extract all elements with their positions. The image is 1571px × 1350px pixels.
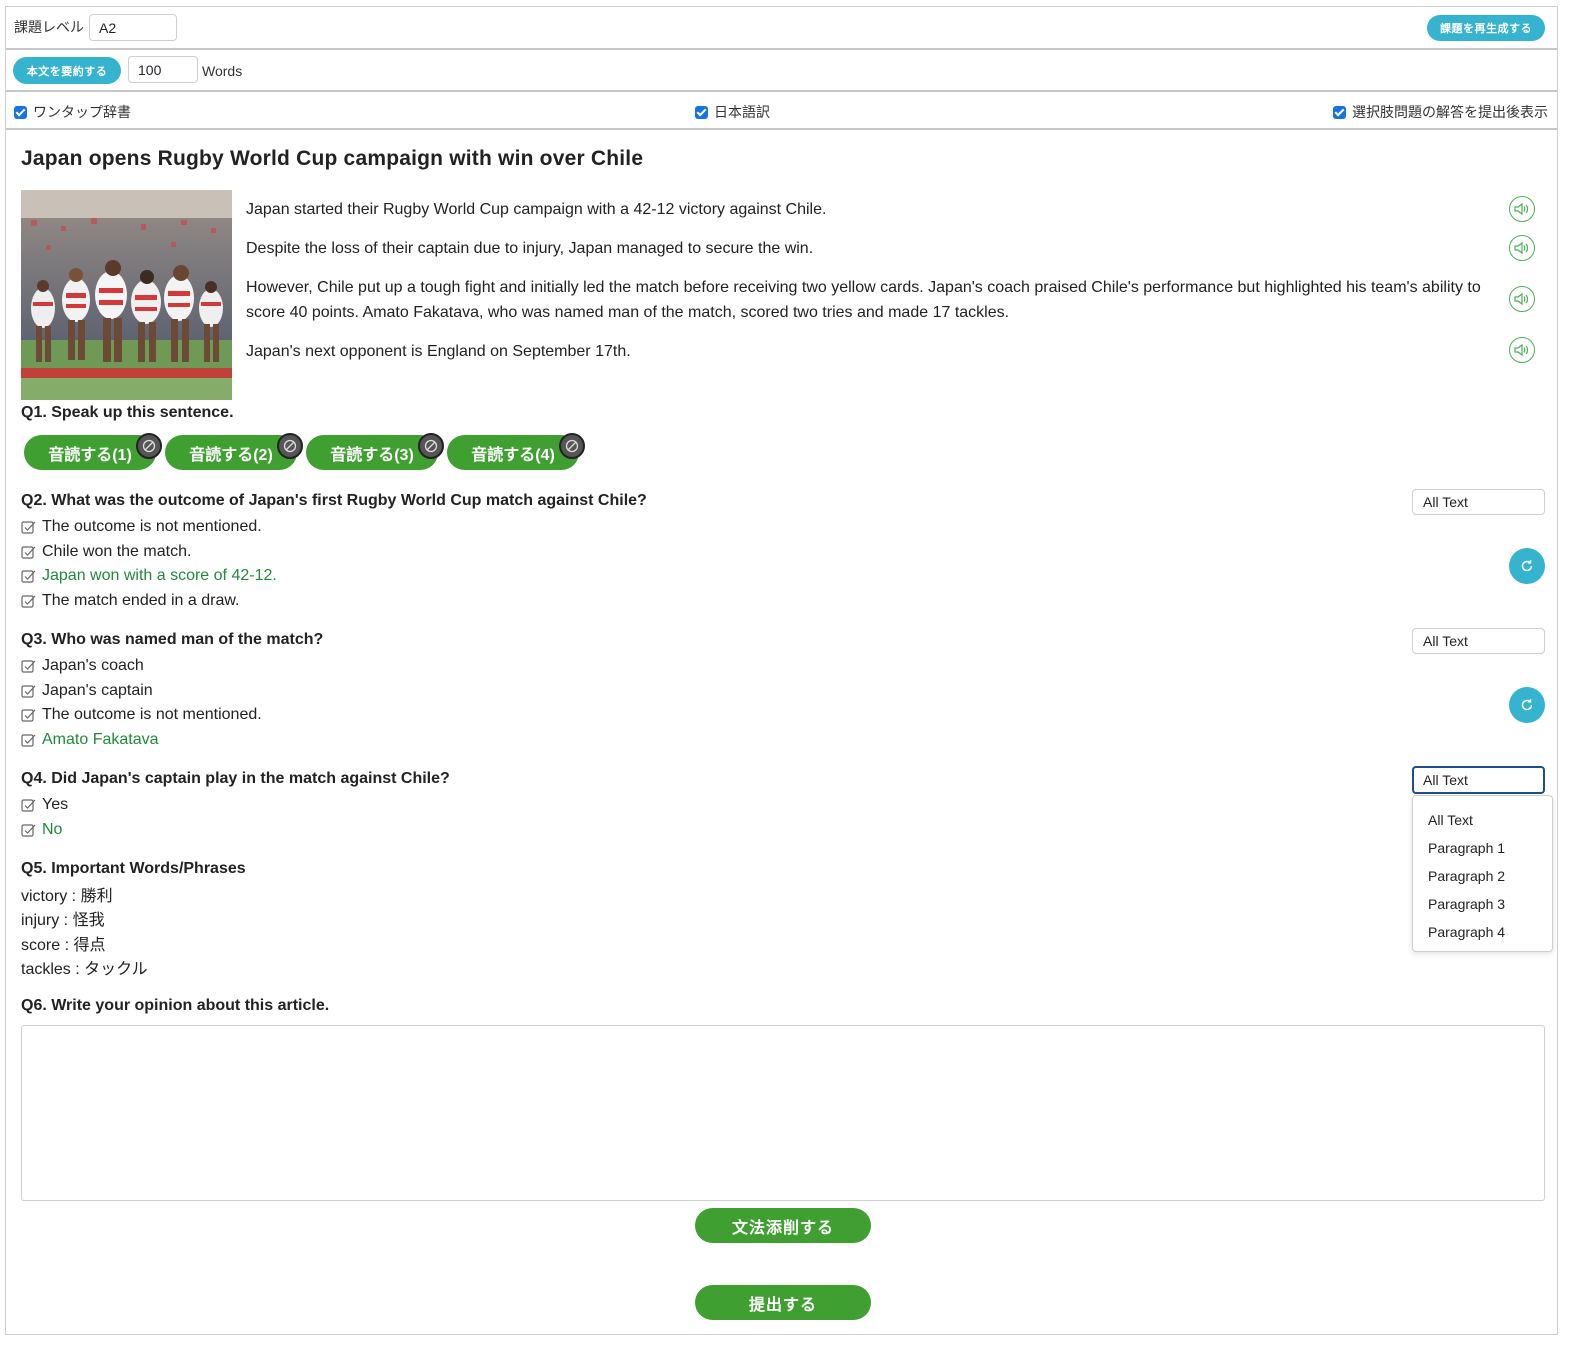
level-row: 課題レベル A2 課題を再生成する xyxy=(6,7,1557,50)
q2-refresh-button[interactable] xyxy=(1509,548,1545,584)
q2-option[interactable]: The outcome is not mentioned. xyxy=(21,516,262,538)
q2-option[interactable]: The match ended in a draw. xyxy=(21,590,239,612)
q4-option-label: Yes xyxy=(42,796,69,813)
checkbox-icon xyxy=(21,823,36,838)
dropdown-option-paragraph-4[interactable]: Paragraph 4 xyxy=(1413,918,1552,946)
disabled-icon xyxy=(277,433,303,459)
q3-option-label: Amato Fakatava xyxy=(42,731,159,748)
speaker-icon xyxy=(1514,202,1529,216)
summarize-button[interactable]: 本文を要約する xyxy=(13,57,121,84)
article-photo xyxy=(21,190,232,400)
speaker-icon xyxy=(1514,343,1529,357)
opinion-textarea[interactable] xyxy=(21,1025,1545,1201)
q4-scope-value: All Text xyxy=(1423,772,1468,788)
q5-title: Q5. Important Words/Phrases xyxy=(21,860,246,877)
grammar-check-button[interactable]: 文法添削する xyxy=(695,1208,871,1243)
article-title: Japan opens Rugby World Cup campaign wit… xyxy=(21,147,644,170)
dropdown-option-paragraph-2[interactable]: Paragraph 2 xyxy=(1413,862,1552,890)
checkbox-icon xyxy=(21,733,36,748)
checkbox-checked-icon xyxy=(1333,105,1346,119)
vocab-item[interactable]: victory : 勝利 xyxy=(21,882,113,906)
q2-option-correct[interactable]: Japan won with a score of 42-12. xyxy=(21,565,277,587)
q3-option[interactable]: The outcome is not mentioned. xyxy=(21,704,262,726)
q2-option[interactable]: Chile won the match. xyxy=(21,541,191,563)
q3-title: Q3. Who was named man of the match? xyxy=(21,631,324,648)
article-paragraph-2[interactable]: Despite the loss of their captain due to… xyxy=(246,236,1486,261)
q2-option-label: The match ended in a draw. xyxy=(42,592,240,609)
disabled-icon xyxy=(136,433,162,459)
play-audio-paragraph-1[interactable] xyxy=(1509,196,1535,222)
checkbox-icon xyxy=(21,659,36,674)
level-value: A2 xyxy=(99,19,117,36)
q3-option-label: Japan's coach xyxy=(42,657,144,674)
checkbox-icon xyxy=(21,545,36,560)
article-paragraph-1[interactable]: Japan started their Rugby World Cup camp… xyxy=(246,197,1486,222)
q3-option[interactable]: Japan's coach xyxy=(21,655,144,677)
q2-option-label: Japan won with a score of 42-12. xyxy=(42,567,277,584)
level-label: 課題レベル xyxy=(14,19,84,35)
q2-scope-select[interactable]: All Text xyxy=(1412,489,1545,515)
checkbox-icon xyxy=(21,569,36,584)
regenerate-button[interactable]: 課題を再生成する xyxy=(1427,15,1545,41)
dropdown-option-paragraph-3[interactable]: Paragraph 3 xyxy=(1413,890,1552,918)
q3-option[interactable]: Japan's captain xyxy=(21,680,153,702)
q2-title: Q2. What was the outcome of Japan's firs… xyxy=(21,492,647,509)
q3-scope-select[interactable]: All Text xyxy=(1412,628,1545,654)
checkbox-icon xyxy=(21,798,36,813)
checkbox-checked-icon xyxy=(695,105,708,119)
checkbox-checked-icon xyxy=(14,105,27,119)
q4-option-correct[interactable]: No xyxy=(21,819,62,841)
checkbox-icon xyxy=(21,594,36,609)
q6-title: Q6. Write your opinion about this articl… xyxy=(21,997,330,1014)
show-answers-checkbox[interactable]: 選択肢問題の解答を提出後表示 xyxy=(1333,102,1548,122)
summary-row: 本文を要約する 100 Words xyxy=(6,50,1557,92)
checkbox-icon xyxy=(21,708,36,723)
speaker-icon xyxy=(1514,241,1529,255)
submit-button[interactable]: 提出する xyxy=(695,1285,871,1320)
q2-scope-value: All Text xyxy=(1423,494,1468,510)
app-frame: 課題レベル A2 課題を再生成する 本文を要約する 100 Words ワンタッ… xyxy=(5,6,1558,1335)
q1-title: Q1. Speak up this sentence. xyxy=(21,404,234,421)
q3-option-label: The outcome is not mentioned. xyxy=(42,706,262,723)
checkbox-icon xyxy=(21,520,36,535)
article-paragraph-4[interactable]: Japan's next opponent is England on Sept… xyxy=(246,339,1486,364)
play-audio-paragraph-2[interactable] xyxy=(1509,235,1535,261)
q3-option-correct[interactable]: Amato Fakatava xyxy=(21,729,159,751)
scope-dropdown-menu: All Text Paragraph 1 Paragraph 2 Paragra… xyxy=(1412,795,1553,952)
q4-scope-select[interactable]: All Text xyxy=(1412,766,1545,794)
refresh-icon xyxy=(1521,699,1533,711)
japanese-translation-label: 日本語訳 xyxy=(714,104,770,120)
vocab-item[interactable]: tackles : タックル xyxy=(21,955,148,979)
q3-scope-value: All Text xyxy=(1423,633,1468,649)
one-tap-dictionary-checkbox[interactable]: ワンタップ辞書 xyxy=(14,102,131,122)
disabled-icon xyxy=(559,433,585,459)
japanese-translation-checkbox[interactable]: 日本語訳 xyxy=(695,102,770,122)
checkbox-icon xyxy=(21,684,36,699)
q4-option-label: No xyxy=(42,821,63,838)
q2-option-label: Chile won the match. xyxy=(42,543,192,560)
refresh-icon xyxy=(1521,560,1533,572)
q3-option-label: Japan's captain xyxy=(42,682,153,699)
words-label: Words xyxy=(202,63,243,79)
options-row: ワンタップ辞書 日本語訳 選択肢問題の解答を提出後表示 xyxy=(6,92,1557,130)
q4-option[interactable]: Yes xyxy=(21,794,68,816)
dropdown-option-all-text[interactable]: All Text xyxy=(1413,806,1552,834)
q4-title: Q4. Did Japan's captain play in the matc… xyxy=(21,770,450,787)
word-count-input[interactable]: 100 xyxy=(128,56,198,83)
play-audio-paragraph-4[interactable] xyxy=(1509,337,1535,363)
article-paragraph-3[interactable]: However, Chile put up a tough fight and … xyxy=(246,275,1486,325)
vocab-item[interactable]: injury : 怪我 xyxy=(21,906,105,930)
vocab-item[interactable]: score : 得点 xyxy=(21,931,105,955)
word-count-value: 100 xyxy=(138,61,162,78)
speaker-icon xyxy=(1514,292,1529,306)
show-answers-label: 選択肢問題の解答を提出後表示 xyxy=(1352,104,1548,120)
q2-option-label: The outcome is not mentioned. xyxy=(42,518,262,535)
play-audio-paragraph-3[interactable] xyxy=(1509,286,1535,312)
dropdown-option-paragraph-1[interactable]: Paragraph 1 xyxy=(1413,834,1552,862)
disabled-icon xyxy=(418,433,444,459)
one-tap-dictionary-label: ワンタップ辞書 xyxy=(33,104,131,120)
q3-refresh-button[interactable] xyxy=(1509,687,1545,723)
level-input[interactable]: A2 xyxy=(89,14,177,41)
